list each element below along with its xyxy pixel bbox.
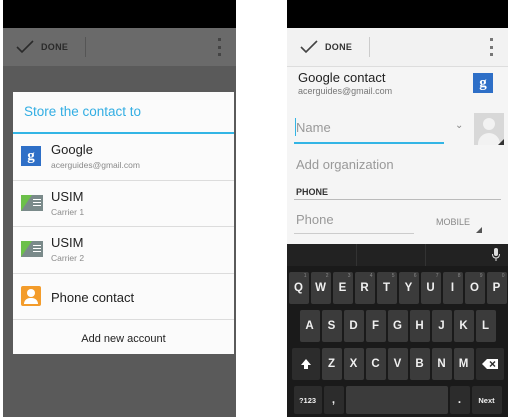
key-o[interactable]: O9 xyxy=(464,272,485,304)
divider xyxy=(369,37,370,57)
account-item-google[interactable]: g Google acerguides@gmail.com xyxy=(13,134,234,181)
photo-corner-indicator xyxy=(498,139,504,145)
key-k[interactable]: K xyxy=(453,310,474,342)
sim-card-icon-wrap xyxy=(21,239,43,259)
key-t[interactable]: T5 xyxy=(376,272,397,304)
backspace-icon xyxy=(481,359,498,369)
key-n[interactable]: N xyxy=(431,348,452,380)
spacebar-key[interactable] xyxy=(345,386,448,414)
sim-card-icon-wrap xyxy=(21,193,43,213)
comma-key[interactable]: , xyxy=(323,386,344,414)
microphone-icon[interactable] xyxy=(492,248,500,262)
key-v[interactable]: V xyxy=(387,348,408,380)
key-b[interactable]: B xyxy=(409,348,430,380)
account-header[interactable]: Google contact acerguides@gmail.com xyxy=(298,70,392,96)
key-r[interactable]: R4 xyxy=(354,272,375,304)
spinner-corner xyxy=(476,227,482,233)
phone-input[interactable] xyxy=(294,209,414,229)
key-s[interactable]: S xyxy=(321,310,342,342)
add-organization-field[interactable]: Add organization xyxy=(296,157,394,172)
google-g-icon: g xyxy=(473,73,493,93)
key-c[interactable]: C xyxy=(365,348,386,380)
account-item-phone-contact[interactable]: Phone contact xyxy=(13,274,234,320)
contact-icon xyxy=(21,285,41,306)
suggestion-strip xyxy=(287,244,508,266)
status-bar xyxy=(287,0,508,28)
key-x[interactable]: X xyxy=(343,348,364,380)
key-z[interactable]: Z xyxy=(321,348,342,380)
dialog-title: Store the contact to xyxy=(13,92,234,134)
account-item-usim-2[interactable]: USIM Carrier 2 xyxy=(13,227,234,274)
chevron-down-icon[interactable]: ⌄ xyxy=(455,121,465,131)
phone-section-header: PHONE xyxy=(296,187,329,197)
shift-icon xyxy=(300,359,311,369)
action-bar: DONE xyxy=(3,28,236,66)
keyboard-row-1: Q1 W2 E3 R4 T5 Y6 U7 I8 O9 P0 xyxy=(287,272,508,304)
key-y[interactable]: Y6 xyxy=(398,272,419,304)
account-email: acerguides@gmail.com xyxy=(298,86,393,96)
keyboard-row-4: ?123 , . Next xyxy=(287,386,508,414)
key-f[interactable]: F xyxy=(365,310,386,342)
keyboard-row-2: A S D F G H J K L xyxy=(287,310,508,342)
key-d[interactable]: D xyxy=(343,310,364,342)
sim-card-icon xyxy=(21,241,43,257)
store-contact-dialog: Store the contact to g Google acerguides… xyxy=(13,92,234,354)
right-phone-screen: DONE Google contact acerguides@gmail.com… xyxy=(287,0,508,417)
google-g-icon: g xyxy=(21,146,41,166)
key-w[interactable]: W2 xyxy=(310,272,331,304)
name-field-wrap xyxy=(294,116,444,144)
key-i[interactable]: I8 xyxy=(442,272,463,304)
name-input[interactable] xyxy=(294,116,441,138)
key-h[interactable]: H xyxy=(409,310,430,342)
key-j[interactable]: J xyxy=(431,310,452,342)
account-detail: acerguides@gmail.com xyxy=(51,160,140,170)
check-icon xyxy=(300,40,318,54)
keyboard-row-3: Z X C V B N M xyxy=(287,348,508,380)
done-button[interactable]: DONE xyxy=(287,28,352,66)
section-divider xyxy=(294,199,501,200)
shift-key[interactable] xyxy=(291,348,320,380)
overflow-menu-icon[interactable] xyxy=(490,38,494,56)
text-cursor xyxy=(295,118,296,136)
backspace-key[interactable] xyxy=(475,348,504,380)
symbols-key[interactable]: ?123 xyxy=(293,386,322,414)
key-l[interactable]: L xyxy=(475,310,496,342)
sim-card-icon xyxy=(21,194,43,211)
left-phone-screen: DONE Store the contact to g Google acerg… xyxy=(3,0,236,417)
account-item-usim-1[interactable]: USIM Carrier 1 xyxy=(13,181,234,227)
key-g[interactable]: G xyxy=(387,310,408,342)
done-label: DONE xyxy=(41,42,69,52)
account-detail: Carrier 1 xyxy=(51,206,85,217)
key-e[interactable]: E3 xyxy=(332,272,353,304)
key-a[interactable]: A xyxy=(299,310,320,342)
phone-type-spinner[interactable]: MOBILE xyxy=(432,213,482,233)
divider xyxy=(85,37,86,57)
phone-field-wrap xyxy=(294,207,414,234)
soft-keyboard: Q1 W2 E3 R4 T5 Y6 U7 I8 O9 P0 A S D F G … xyxy=(287,244,508,417)
account-name: Phone contact xyxy=(51,289,135,305)
next-key[interactable]: Next xyxy=(471,386,502,414)
add-new-account-button[interactable]: Add new account xyxy=(13,320,234,358)
account-name: Google xyxy=(51,142,93,157)
period-key[interactable]: . xyxy=(449,386,470,414)
account-name: USIM xyxy=(51,188,84,204)
done-button[interactable]: DONE xyxy=(3,28,68,66)
key-p[interactable]: P0 xyxy=(486,272,507,304)
phone-type-label: MOBILE xyxy=(436,217,471,227)
account-title: Google contact xyxy=(298,70,386,85)
key-q[interactable]: Q1 xyxy=(288,272,309,304)
overflow-menu-icon[interactable] xyxy=(218,38,222,56)
action-bar: DONE xyxy=(287,28,508,67)
key-m[interactable]: M xyxy=(453,348,474,380)
done-label: DONE xyxy=(325,42,353,52)
status-bar xyxy=(3,0,236,28)
check-icon xyxy=(16,40,34,54)
key-u[interactable]: U7 xyxy=(420,272,441,304)
account-name: USIM xyxy=(51,235,84,250)
account-detail: Carrier 2 xyxy=(51,253,85,263)
